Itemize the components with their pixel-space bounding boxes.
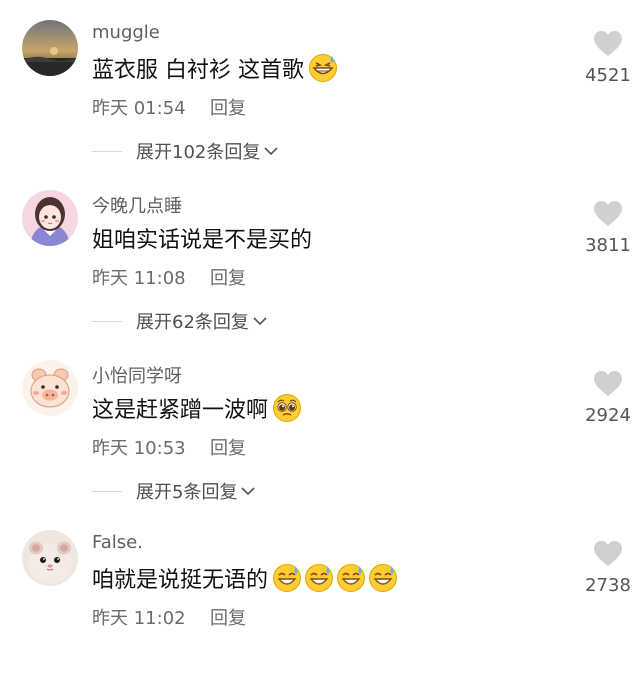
comment-meta: 昨天 11:02 回复	[92, 604, 246, 630]
emoji-group	[272, 393, 304, 423]
reply-button[interactable]: 回复	[210, 604, 246, 630]
sweat-smile-emoji-icon	[337, 564, 366, 592]
pleading-face-emoji-icon	[273, 394, 302, 422]
like-count: 2738	[585, 575, 631, 596]
comment-text: 姐咱实话说是不是买的	[92, 228, 313, 253]
username[interactable]: 今晚几点睡	[92, 192, 182, 218]
comment-text-row: 咱就是说挺无语的	[92, 562, 400, 594]
hamster-avatar-image	[22, 530, 78, 586]
expand-replies-button[interactable]: 展开102条回复	[92, 138, 279, 164]
expand-replies-label: 展开102条回复	[136, 142, 261, 163]
like-button[interactable]: 3811	[583, 200, 633, 256]
heart-icon	[594, 31, 622, 56]
chevron-down-icon	[264, 147, 278, 156]
sweat-smile-emoji-icon	[305, 564, 334, 592]
comment-item: 今晚几点睡 姐咱实话说是不是买的 昨天 11:08 回复 展开62条回复 381…	[0, 170, 640, 340]
comment-item: False. 咱就是说挺无语的 昨天 11:02 回复 2738	[0, 510, 640, 680]
divider-line	[92, 150, 122, 152]
avatar[interactable]	[22, 530, 78, 586]
divider-line	[92, 490, 122, 492]
expand-replies-button[interactable]: 展开5条回复	[92, 478, 256, 504]
avatar[interactable]	[22, 20, 78, 76]
comment-meta: 昨天 01:54 回复	[92, 94, 246, 120]
heart-icon	[594, 541, 622, 566]
comment-text: 咱就是说挺无语的	[92, 568, 269, 593]
like-button[interactable]: 2924	[583, 370, 633, 426]
like-button[interactable]: 2738	[583, 540, 633, 596]
comment-text-row: 蓝衣服 白衬衫 这首歌	[92, 52, 340, 84]
comment-meta: 昨天 11:08 回复	[92, 264, 246, 290]
like-count: 3811	[585, 235, 631, 256]
sweat-smile-emoji-icon	[369, 564, 398, 592]
chevron-down-icon	[253, 317, 267, 326]
chevron-down-icon	[241, 487, 256, 496]
comment-text-row: 姐咱实话说是不是买的	[92, 222, 312, 254]
comment-item: 小怡同学呀 这是赶紧蹭一波啊 昨天 10:53 回复 展开5条回复 2924	[0, 340, 640, 510]
expand-replies-label: 展开62条回复	[136, 312, 249, 333]
divider-line	[92, 320, 122, 322]
avatar[interactable]	[22, 360, 78, 416]
like-count: 2924	[585, 405, 631, 426]
emoji-group	[308, 53, 340, 83]
sweat-smile-emoji-icon	[273, 564, 302, 592]
expand-replies-button[interactable]: 展开62条回复	[92, 308, 268, 334]
emoji-group	[272, 563, 400, 593]
reply-button[interactable]: 回复	[210, 264, 246, 290]
like-button[interactable]: 4521	[583, 30, 633, 86]
comment-meta: 昨天 10:53 回复	[92, 434, 246, 460]
username[interactable]: 小怡同学呀	[92, 362, 182, 388]
username[interactable]: muggle	[92, 22, 160, 43]
reply-button[interactable]: 回复	[210, 94, 246, 120]
comment-text-row: 这是赶紧蹭一波啊	[92, 392, 304, 424]
sunset-landscape-avatar-image	[22, 20, 78, 76]
like-count: 4521	[585, 65, 631, 86]
timestamp: 昨天 11:08	[92, 268, 186, 289]
reply-button[interactable]: 回复	[210, 434, 246, 460]
cartoon-girl-avatar-image	[22, 190, 78, 246]
comment-text: 这是赶紧蹭一波啊	[92, 398, 269, 423]
heart-icon	[594, 201, 622, 226]
timestamp: 昨天 11:02	[92, 608, 186, 629]
comment-text: 蓝衣服 白衬衫 这首歌	[92, 58, 304, 83]
expand-replies-label: 展开5条回复	[136, 482, 238, 503]
username[interactable]: False.	[92, 532, 143, 553]
comment-item: muggle 蓝衣服 白衬衫 这首歌 昨天 01:54 回复 展开102条回复 …	[0, 0, 640, 170]
cartoon-pig-avatar-image	[22, 360, 78, 416]
heart-icon	[594, 371, 622, 396]
timestamp: 昨天 10:53	[92, 438, 186, 459]
avatar[interactable]	[22, 190, 78, 246]
timestamp: 昨天 01:54	[92, 98, 186, 119]
grinning-sweat-emoji-icon	[309, 54, 337, 82]
